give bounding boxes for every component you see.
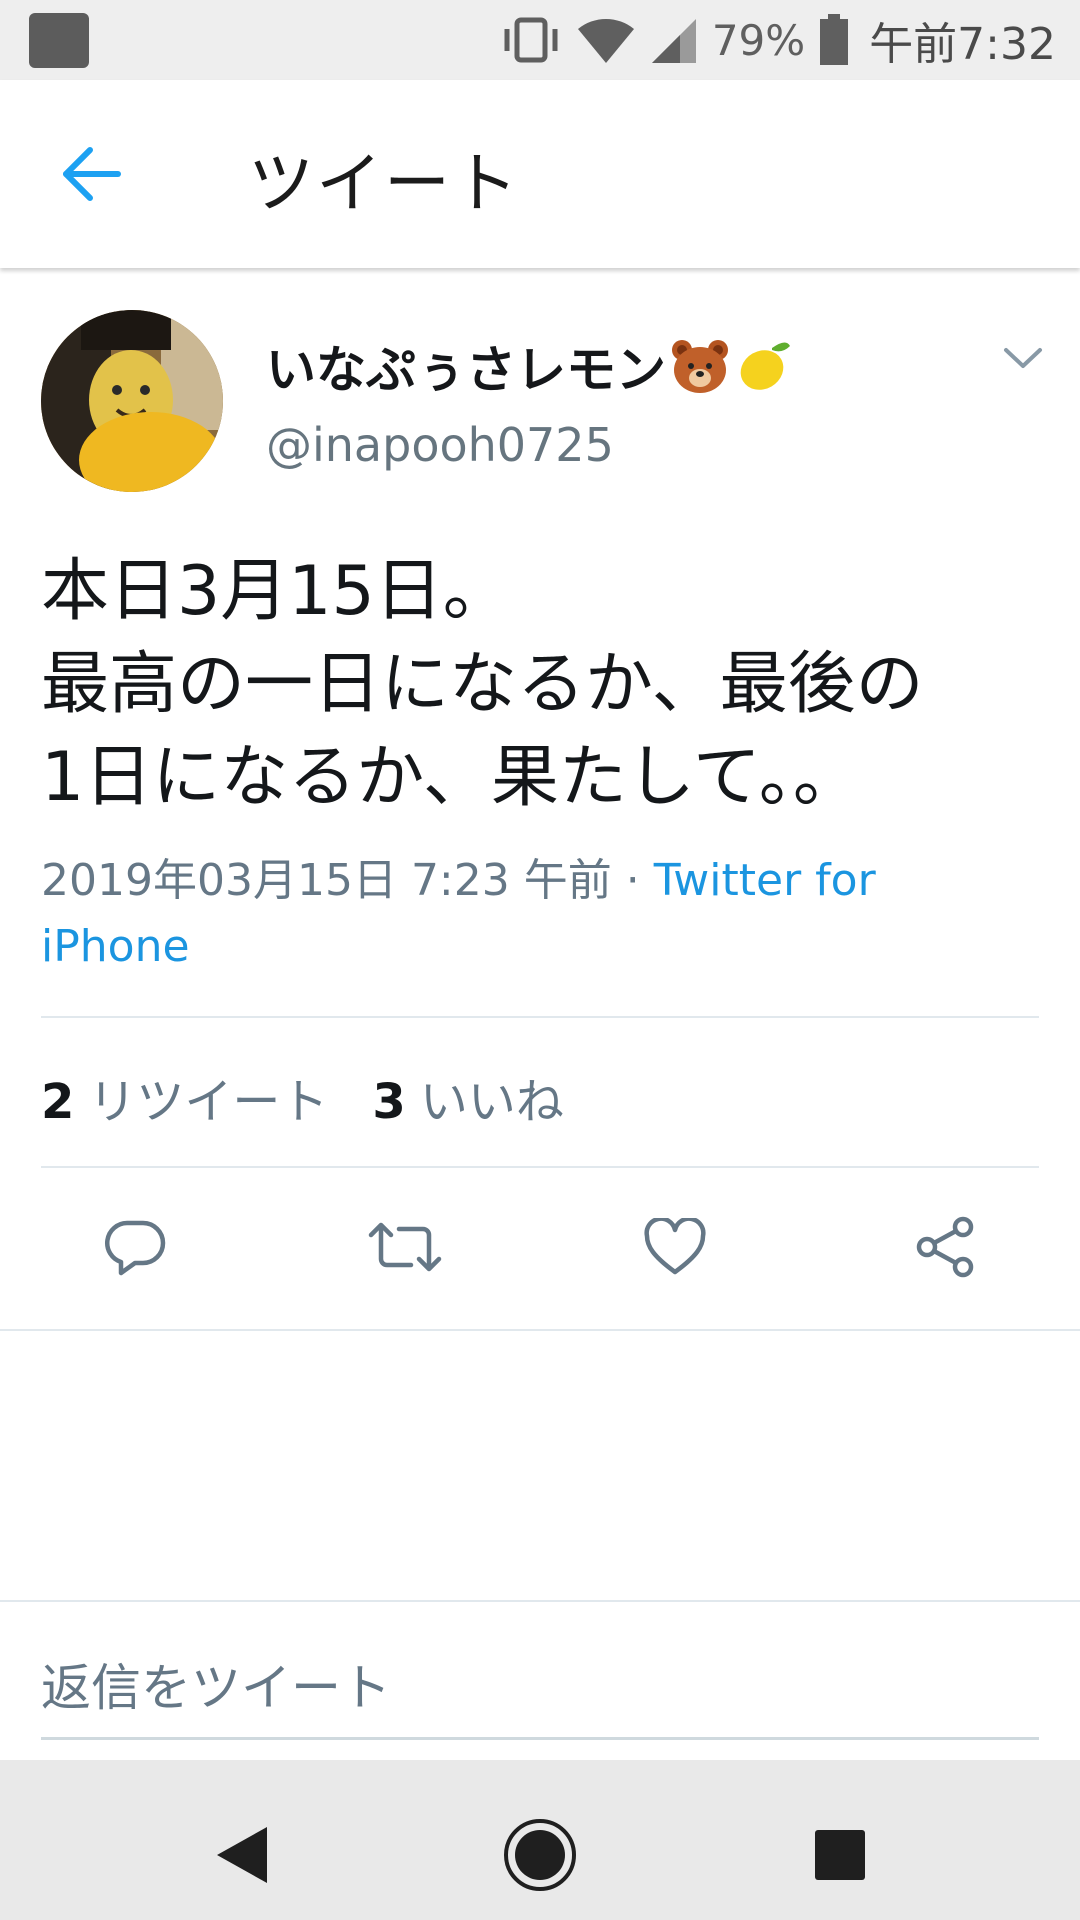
reply-icon[interactable] xyxy=(95,1212,175,1282)
system-navigation-bar xyxy=(0,1760,1080,1920)
retweet-count: 2 xyxy=(41,1074,75,1130)
lemon-icon xyxy=(734,336,794,396)
nav-back-icon[interactable] xyxy=(186,1800,296,1910)
vibrate-icon xyxy=(500,17,562,63)
like-stat[interactable]: 3 いいね xyxy=(372,1062,563,1132)
user-handle[interactable]: @inapooh0725 xyxy=(266,418,614,472)
nav-recents-icon[interactable] xyxy=(785,1800,895,1910)
retweet-stat[interactable]: 2 リツイート xyxy=(41,1062,328,1132)
nav-home-icon[interactable] xyxy=(485,1800,595,1910)
signal-icon xyxy=(650,15,698,65)
tweet-actions xyxy=(0,1212,1080,1282)
tweet-timestamp: 2019年03月15日 7:23 午前 xyxy=(41,855,612,906)
reply-section-divider xyxy=(0,1600,1080,1602)
display-name-text: いなぷぅさレモン xyxy=(266,341,666,399)
wifi-icon xyxy=(576,15,636,65)
reply-input[interactable]: 返信をツイート xyxy=(41,1648,391,1720)
reply-input-underline xyxy=(41,1737,1039,1740)
like-count: 3 xyxy=(372,1074,406,1130)
chevron-down-icon[interactable] xyxy=(1002,344,1044,374)
app-notification-icon xyxy=(29,13,89,68)
retweet-label: リツイート xyxy=(88,1074,329,1130)
divider xyxy=(41,1016,1039,1018)
arrow-left-icon[interactable] xyxy=(60,144,124,204)
display-name[interactable]: いなぷぅさレモン xyxy=(266,330,794,402)
status-bar: 79% 午前7:32 xyxy=(0,0,1080,80)
bear-face-icon xyxy=(670,336,730,396)
battery-icon xyxy=(819,14,849,66)
page-title: ツイート xyxy=(248,145,520,222)
section-divider xyxy=(0,1329,1080,1331)
tweet-metadata: 2019年03月15日 7:23 午前 · Twitter for iPhone xyxy=(41,848,1031,980)
retweet-icon[interactable] xyxy=(365,1212,445,1282)
battery-percent: 79% xyxy=(711,15,806,65)
avatar[interactable] xyxy=(41,310,223,492)
like-label: いいね xyxy=(419,1074,564,1130)
app-header: ツイート xyxy=(0,80,1080,268)
tweet-text: 本日3月15日。 最高の一日になるか、最後の 1日になるか、果たして。。 xyxy=(41,552,924,817)
share-icon[interactable] xyxy=(905,1212,985,1282)
meta-separator: · xyxy=(611,855,654,906)
status-icons: 79% 午前7:32 xyxy=(500,8,1056,72)
divider xyxy=(41,1166,1039,1168)
tweet-stats: 2 リツイート 3 いいね xyxy=(41,1062,564,1132)
like-icon[interactable] xyxy=(635,1212,715,1282)
clock: 午前7:32 xyxy=(869,19,1056,70)
